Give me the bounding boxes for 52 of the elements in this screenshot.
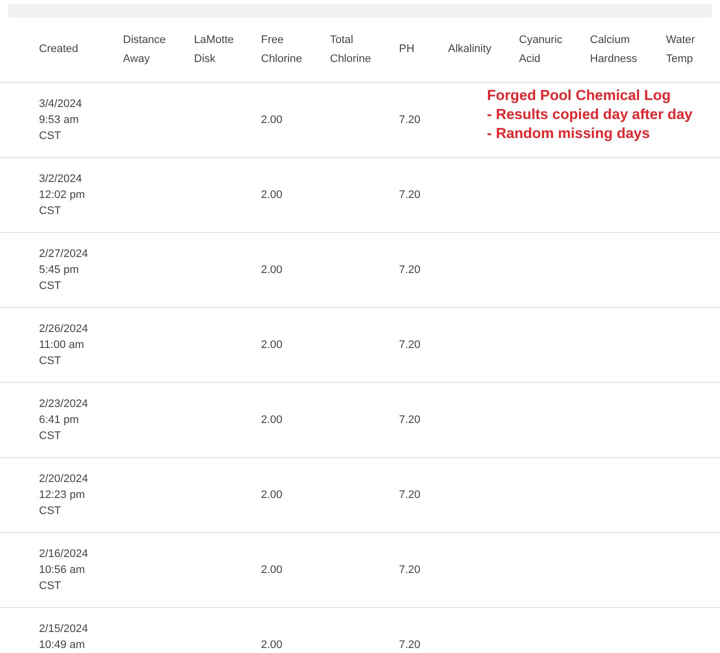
time-text: 12:02 pm <box>39 188 86 202</box>
time-text: 9:53 am <box>39 112 80 128</box>
annotation-text: - Random missing days <box>487 125 651 144</box>
table-cell: 7.20 <box>399 488 420 500</box>
timezone-text: CST <box>39 428 62 444</box>
timezone-text: CST <box>39 204 62 218</box>
date-text: 2/16/2024 <box>39 546 89 562</box>
date-text: 2/15/2024 <box>39 622 89 636</box>
timezone-text: CST <box>39 504 62 518</box>
table-cell: 2.00 <box>261 264 282 276</box>
column-header: Free Chlorine <box>253 18 322 82</box>
table-cell: 7.20 <box>399 338 420 350</box>
table-cell: 2.00 <box>261 564 282 576</box>
time-text: 10:56 am <box>39 562 86 578</box>
table-cell: 7.20 <box>399 414 420 426</box>
date-text: 3/4/2024 <box>39 96 83 112</box>
date-text: 2/23/2024 <box>39 396 89 412</box>
table-cell: 7.20 <box>399 114 420 126</box>
annotation-text: - Results copied day after day <box>487 106 692 125</box>
column-header: PH <box>391 18 440 82</box>
timezone-text: CST <box>39 354 62 368</box>
timezone-text: CST <box>39 128 62 144</box>
date-text: 2/20/2024 <box>39 472 89 486</box>
table-cell: 2.00 <box>261 638 282 650</box>
time-text: 6:41 pm <box>39 412 80 428</box>
column-header: Created <box>0 18 115 82</box>
table-cell: 7.20 <box>399 264 420 276</box>
column-header: Water Temp <box>658 18 720 82</box>
annotation-text: Forged Pool Chemical Log <box>487 87 672 106</box>
date-text: 2/27/2024 <box>39 246 89 262</box>
table-cell: 2.00 <box>261 338 282 350</box>
column-header: LaMotte Disk <box>186 18 253 82</box>
time-text: 5:45 pm <box>39 262 80 278</box>
time-text: 11:00 am <box>39 338 86 352</box>
column-header: Distance Away <box>115 18 186 82</box>
table-cell: 7.20 <box>399 564 420 576</box>
column-header: Cyanuric Acid <box>511 18 582 82</box>
date-text: 3/2/2024 <box>39 172 83 186</box>
timezone-text: CST <box>39 578 62 594</box>
time-text: 10:49 am <box>39 638 86 652</box>
table-cell: 2.00 <box>261 414 282 426</box>
column-header: Calcium Hardness <box>582 18 658 82</box>
table-cell: 7.20 <box>399 188 420 200</box>
table-cell: 2.00 <box>261 488 282 500</box>
table-cell: 2.00 <box>261 188 282 200</box>
timezone-text: CST <box>39 278 62 294</box>
column-header: Alkalinity <box>440 18 511 82</box>
time-text: 12:23 pm <box>39 488 86 502</box>
table-cell: 2.00 <box>261 114 282 126</box>
column-header: Total Chlorine <box>322 18 391 82</box>
date-text: 2/26/2024 <box>39 322 89 336</box>
table-cell: 7.20 <box>399 638 420 650</box>
